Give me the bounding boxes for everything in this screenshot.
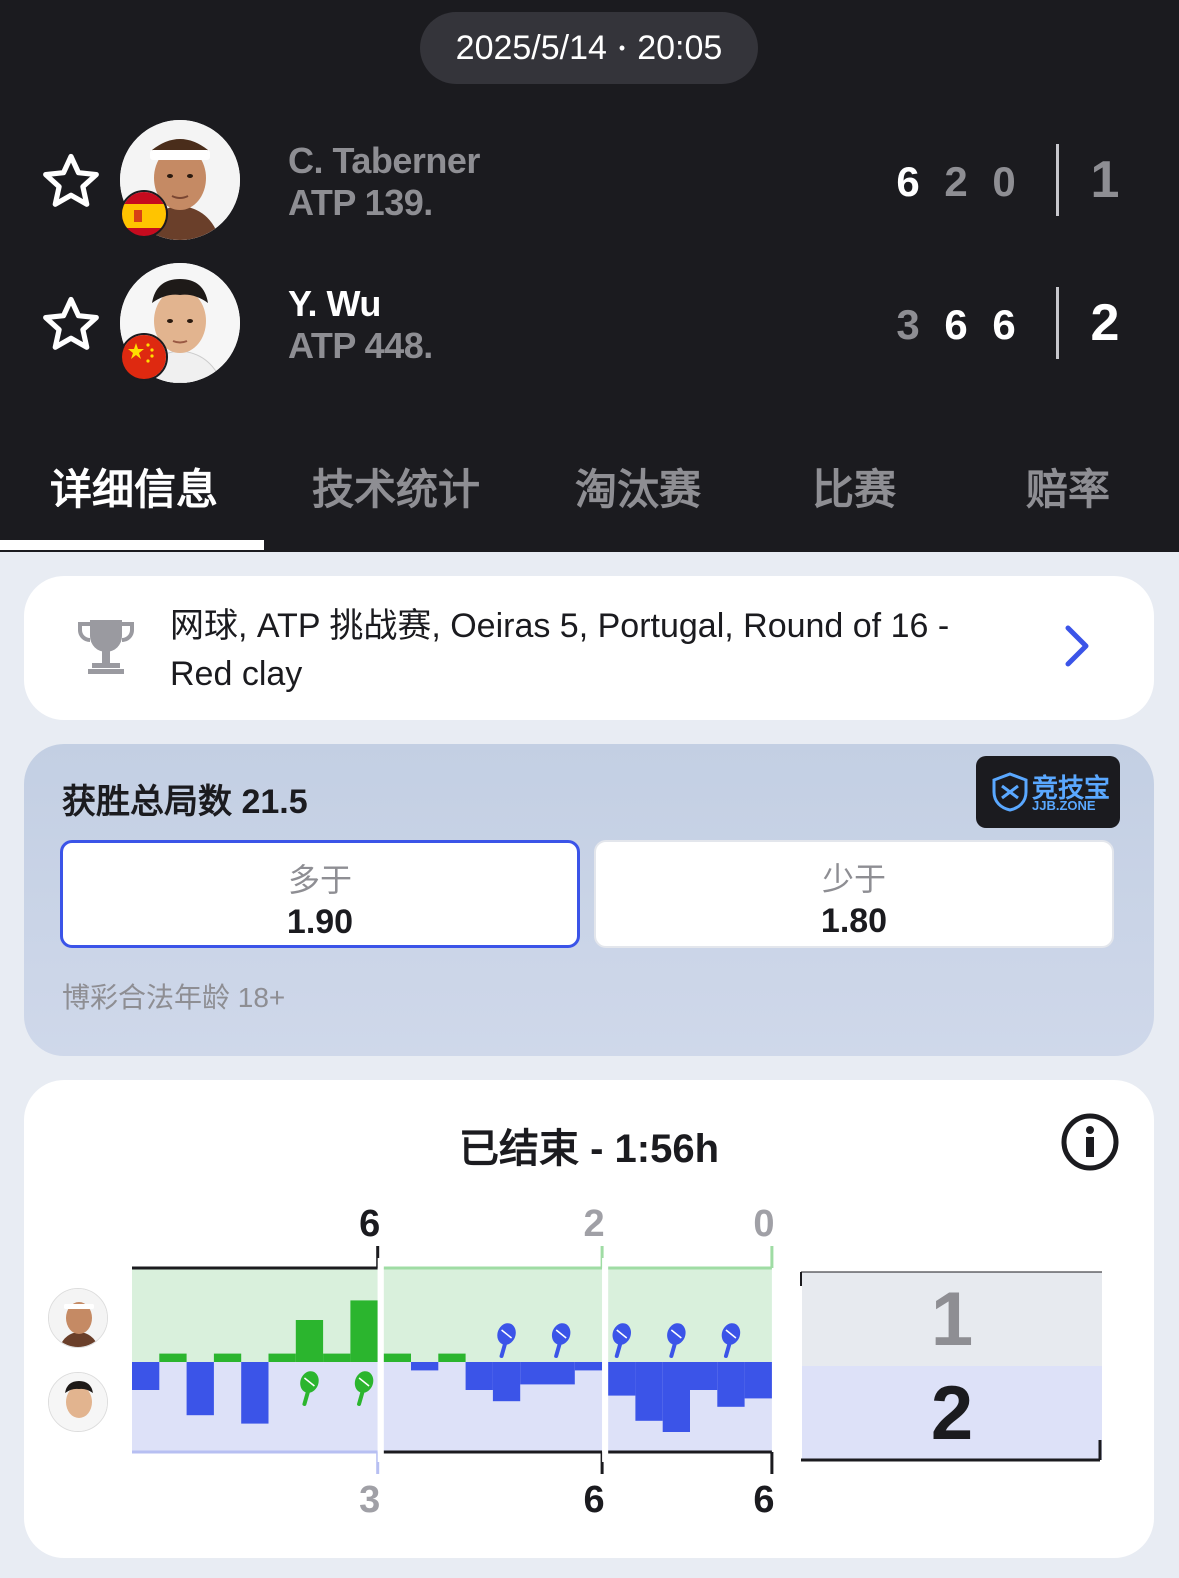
odds-market-title: 获胜总局数 21.5 [62, 783, 308, 821]
game-bar [438, 1353, 466, 1362]
total-sets-home: 1 [1090, 151, 1120, 209]
game-bar [159, 1353, 187, 1362]
odds-under-button[interactable]: 少于 1.80 [594, 840, 1114, 948]
score-divider [1056, 144, 1059, 216]
set3-home-area [608, 1268, 772, 1362]
odds-over-button[interactable]: 多于 1.90 [60, 840, 580, 948]
score-divider [1056, 287, 1059, 359]
set-score-top: 2 [584, 1203, 605, 1245]
set1-score-home: 6 [896, 158, 920, 205]
set1-score-away: 3 [896, 301, 920, 348]
set-score-top: 6 [359, 1203, 380, 1245]
set2-home-area [383, 1268, 603, 1362]
game-bar [662, 1362, 690, 1432]
chevron-right-icon[interactable] [1060, 624, 1094, 668]
bookmaker-logo[interactable]: 竞技宝 JJB.ZONE [976, 756, 1120, 828]
trophy-icon [78, 620, 134, 674]
match-momentum-card: 已结束 - 1:56h 632606 1 2 [24, 1080, 1154, 1558]
set-separator [377, 1258, 384, 1462]
match-time: 20:05 [637, 28, 723, 67]
set-score-top: 0 [753, 1203, 774, 1245]
tab-knockout[interactable]: 淘汰赛 [575, 456, 701, 517]
favorite-star-icon[interactable] [40, 293, 102, 355]
odds-under-value: 1.80 [820, 902, 888, 940]
game-bar [350, 1300, 378, 1362]
player-row-away[interactable]: Y. Wu ATP 448. 3 6 6 2 [0, 263, 1179, 387]
game-bar [241, 1362, 269, 1424]
set1-home-area [132, 1268, 378, 1362]
match-datetime: 2025/5/14 • 20:05 [420, 12, 758, 84]
match-date: 2025/5/14 [455, 28, 607, 67]
set2-score-home: 2 [944, 158, 968, 205]
game-bar [635, 1362, 663, 1421]
favorite-star-icon[interactable] [40, 150, 102, 212]
set3-score-away: 6 [992, 301, 1016, 348]
game-bar [574, 1362, 603, 1371]
set-score-bottom: 3 [359, 1479, 380, 1521]
game-bar [690, 1362, 718, 1390]
game-bar [268, 1353, 296, 1362]
tournament-name: 网球, ATP 挑战赛, Oeiras 5, Portugal, Round o… [170, 607, 950, 693]
player-name-away[interactable]: Y. Wu [288, 283, 381, 325]
china-flag-icon [120, 333, 168, 381]
separator-dot: • [618, 37, 626, 58]
odds-card: 获胜总局数 21.5 竞技宝 JJB.ZONE 多于 1.90 少于 1.80 … [24, 744, 1154, 1056]
tab-matches[interactable]: 比赛 [812, 456, 896, 517]
game-bar [213, 1353, 242, 1362]
game-bar [465, 1362, 493, 1390]
game-bar [717, 1362, 745, 1407]
odds-over-label: 多于 [287, 862, 352, 898]
bookmaker-domain: JJB.ZONE [1032, 798, 1096, 813]
set-score-bottom: 6 [584, 1479, 605, 1521]
game-bar [608, 1362, 636, 1396]
tab-odds[interactable]: 赔率 [1026, 456, 1110, 517]
match-header: 2025/5/14 • 20:05 C. Taberner ATP 139. 6… [0, 0, 1179, 552]
tournament-card[interactable]: 网球, ATP 挑战赛, Oeiras 5, Portugal, Round o… [24, 576, 1154, 720]
legal-age-notice: 博彩合法年龄 18+ [62, 982, 286, 1013]
tab-statistics[interactable]: 技术统计 [312, 456, 480, 517]
set2-score-away: 6 [944, 301, 968, 348]
total-sets-away: 2 [1090, 294, 1120, 352]
game-bar [520, 1362, 548, 1385]
odds-over-value: 1.90 [286, 903, 354, 941]
game-bar [295, 1320, 324, 1362]
player-rank-home: ATP 139. [288, 182, 433, 223]
set-separator [602, 1258, 609, 1462]
total-box-frame [800, 1271, 1102, 1462]
game-bar [492, 1362, 521, 1402]
set-score-bottom: 6 [753, 1479, 774, 1521]
game-bar [547, 1362, 575, 1385]
game-bar [744, 1362, 772, 1399]
set3-score-home: 0 [992, 158, 1016, 205]
game-bar [383, 1353, 411, 1362]
game-bar [411, 1362, 439, 1371]
shield-icon [992, 772, 1028, 812]
tab-details[interactable]: 详细信息 [50, 456, 218, 517]
player-rank-away: ATP 448. [288, 325, 433, 366]
spain-flag-icon [120, 190, 168, 238]
player-row-home[interactable]: C. Taberner ATP 139. 6 2 0 1 [0, 120, 1179, 244]
odds-under-label: 少于 [821, 861, 886, 897]
game-bar [132, 1362, 160, 1390]
game-bar [186, 1362, 214, 1416]
game-bar [323, 1353, 351, 1362]
active-tab-indicator [0, 540, 264, 550]
player-name-home[interactable]: C. Taberner [288, 140, 480, 182]
